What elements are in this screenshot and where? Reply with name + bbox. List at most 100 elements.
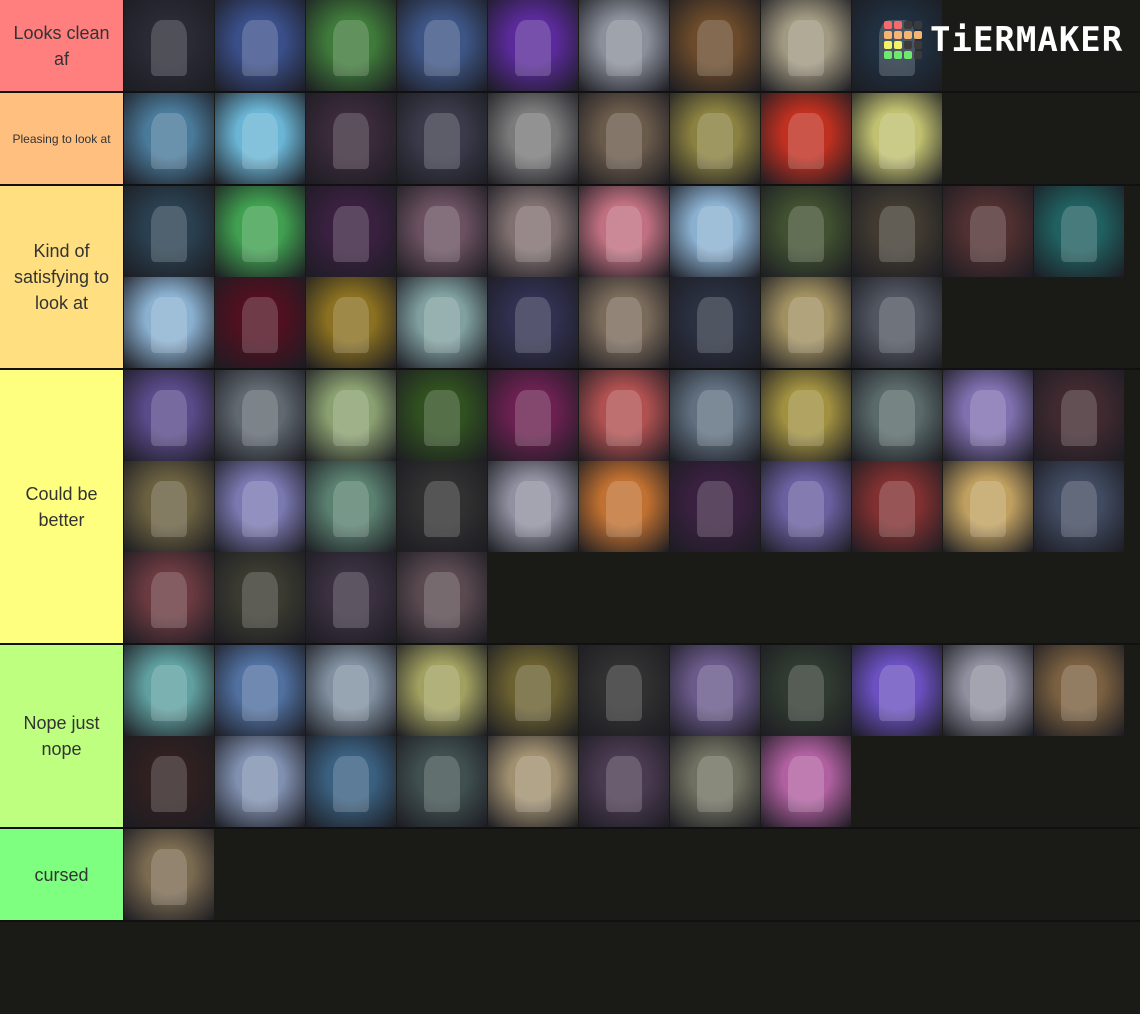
tier-item-image[interactable] [579,461,669,552]
tier-item-image[interactable] [852,645,942,736]
tier-row: Pleasing to look at [0,93,1140,186]
tier-item-image[interactable] [852,370,942,461]
tier-item-image[interactable] [488,93,578,184]
tier-item-image[interactable] [670,370,760,461]
tier-item-image[interactable] [488,0,578,91]
tier-item-image[interactable] [124,0,214,91]
tier-label[interactable]: Kind of satisfying to look at [0,186,124,368]
tier-item-image[interactable] [397,645,487,736]
tier-item-image[interactable] [124,370,214,461]
tier-row: Kind of satisfying to look at [0,186,1140,370]
tier-item-image[interactable] [124,552,214,643]
tier-item-image[interactable] [215,370,305,461]
tier-item-image[interactable] [215,0,305,91]
tier-item-image[interactable] [306,461,396,552]
tier-item-image[interactable] [397,552,487,643]
tier-item-image[interactable] [397,736,487,827]
tier-item-image[interactable] [761,186,851,277]
tier-item-image[interactable] [670,277,760,368]
tier-item-image[interactable] [488,370,578,461]
tier-item-image[interactable] [1034,645,1124,736]
tier-row: cursed [0,829,1140,922]
tier-item-image[interactable] [488,461,578,552]
tier-items [124,370,1138,643]
tier-item-image[interactable] [943,370,1033,461]
tier-label[interactable]: Could be better [0,370,124,643]
tier-label[interactable]: Pleasing to look at [0,93,124,184]
tier-item-image[interactable] [215,277,305,368]
tier-item-image[interactable] [852,186,942,277]
tier-item-image[interactable] [306,736,396,827]
tier-item-image[interactable] [215,461,305,552]
tier-item-image[interactable] [215,736,305,827]
logo-grid-cell [894,31,902,39]
tier-item-image[interactable] [488,186,578,277]
tier-item-image[interactable] [215,552,305,643]
tier-item-image[interactable] [397,277,487,368]
tier-item-image[interactable] [852,277,942,368]
tier-item-image[interactable] [670,461,760,552]
tier-item-image[interactable] [306,552,396,643]
tier-label[interactable]: Looks clean af [0,0,124,91]
tier-item-image[interactable] [943,186,1033,277]
tier-item-image[interactable] [397,0,487,91]
tier-item-image[interactable] [124,736,214,827]
tier-item-image[interactable] [397,461,487,552]
logo-grid-cell [914,51,922,59]
tier-item-image[interactable] [397,370,487,461]
tier-item-image[interactable] [670,93,760,184]
tier-item-image[interactable] [761,645,851,736]
tier-item-image[interactable] [1034,370,1124,461]
tier-item-image[interactable] [215,645,305,736]
tier-item-image[interactable] [761,461,851,552]
tier-item-image[interactable] [124,461,214,552]
logo-grid-cell [914,21,922,29]
tier-item-image[interactable] [670,186,760,277]
tier-item-image[interactable] [579,645,669,736]
tier-item-image[interactable] [1034,186,1124,277]
tier-item-image[interactable] [579,186,669,277]
tier-item-image[interactable] [670,0,760,91]
tier-item-image[interactable] [943,461,1033,552]
tier-item-image[interactable] [579,277,669,368]
tier-item-image[interactable] [124,829,214,920]
tier-item-image[interactable] [397,186,487,277]
tier-item-image[interactable] [488,645,578,736]
tier-item-image[interactable] [943,645,1033,736]
tier-list: Looks clean af Pleasing to look at Kind of… [0,0,1140,922]
tier-item-image[interactable] [761,277,851,368]
tier-item-image[interactable] [215,186,305,277]
tier-item-image[interactable] [761,0,851,91]
tier-item-image[interactable] [306,93,396,184]
tier-item-image[interactable] [670,645,760,736]
tier-item-image[interactable] [124,645,214,736]
tier-item-image[interactable] [124,186,214,277]
tier-item-image[interactable] [306,277,396,368]
tier-item-image[interactable] [124,93,214,184]
tier-item-image[interactable] [306,645,396,736]
tier-item-image[interactable] [579,0,669,91]
tier-item-image[interactable] [761,736,851,827]
tier-item-image[interactable] [670,736,760,827]
tier-item-image[interactable] [306,186,396,277]
tier-item-image[interactable] [852,461,942,552]
tier-item-image[interactable] [215,93,305,184]
tier-row: Nope just nope [0,645,1140,829]
tier-item-image[interactable] [1034,461,1124,552]
logo-grid-cell [904,31,912,39]
tier-item-image[interactable] [761,370,851,461]
tier-items [124,645,1138,827]
tier-item-image[interactable] [579,370,669,461]
tier-item-image[interactable] [761,93,851,184]
tier-item-image[interactable] [579,736,669,827]
tier-item-image[interactable] [306,0,396,91]
tier-item-image[interactable] [852,93,942,184]
tier-item-image[interactable] [397,93,487,184]
tier-item-image[interactable] [579,93,669,184]
tier-label[interactable]: Nope just nope [0,645,124,827]
tier-item-image[interactable] [124,277,214,368]
tier-item-image[interactable] [488,736,578,827]
tier-item-image[interactable] [488,277,578,368]
tier-label[interactable]: cursed [0,829,124,920]
tier-item-image[interactable] [306,370,396,461]
